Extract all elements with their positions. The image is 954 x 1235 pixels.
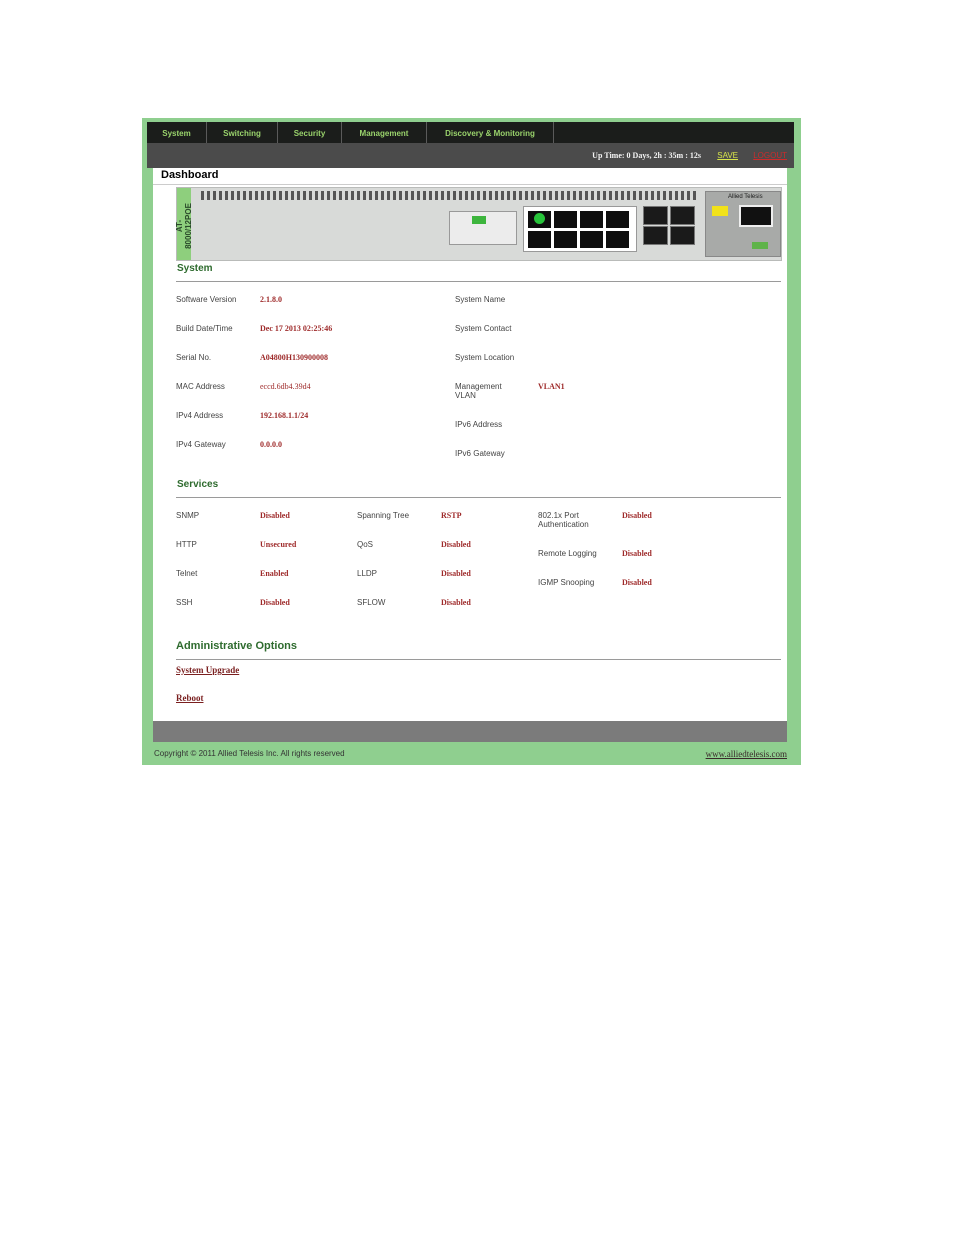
ipv4-gateway-label: IPv4 Gateway	[176, 440, 226, 449]
lldp-label: LLDP	[357, 569, 378, 578]
main-nav: System Switching Security Management Dis…	[147, 122, 794, 143]
system-upgrade-link[interactable]: System Upgrade	[176, 665, 239, 675]
app-frame: System Switching Security Management Dis…	[142, 118, 801, 765]
telnet-label: Telnet	[176, 569, 198, 578]
sfp-port-12[interactable]	[670, 226, 695, 245]
management-vlan-value: VLAN1	[538, 382, 565, 391]
console-port	[739, 205, 773, 227]
ipv6-address-label: IPv6 Address	[455, 420, 503, 429]
uptime-text: Up Time: 0 Days, 2h : 35m : 12s	[592, 151, 701, 160]
port-8[interactable]	[606, 231, 629, 248]
software-version-value: 2.1.8.0	[260, 295, 282, 304]
panel-header: Dashboard	[153, 168, 787, 185]
software-version-label: Software Version	[176, 295, 237, 304]
port-2[interactable]	[528, 231, 551, 248]
tab-system[interactable]: System	[147, 122, 207, 143]
dot1x-value: Disabled	[622, 511, 652, 520]
sfp-port-10[interactable]	[643, 226, 668, 245]
spanning-tree-label: Spanning Tree	[357, 511, 410, 520]
copyright-text: Copyright © 2011 Allied Telesis Inc. All…	[154, 749, 345, 758]
management-vlan-label: Management VLAN	[455, 382, 502, 400]
ssh-value: Disabled	[260, 598, 290, 607]
igmp-snooping-label: IGMP Snooping	[538, 578, 595, 587]
port-7[interactable]	[606, 211, 629, 228]
spanning-tree-value: RSTP	[441, 511, 462, 520]
tab-security[interactable]: Security	[278, 122, 342, 143]
divider	[176, 659, 781, 660]
status-bar: Up Time: 0 Days, 2h : 35m : 12s SAVE LOG…	[147, 143, 794, 168]
divider	[176, 281, 781, 282]
ipv4-gateway-value: 0.0.0.0	[260, 440, 282, 449]
sflow-label: SFLOW	[357, 598, 386, 607]
save-link[interactable]: SAVE	[717, 151, 738, 160]
telnet-value: Enabled	[260, 569, 289, 578]
system-contact-label: System Contact	[455, 324, 512, 333]
igmp-snooping-value: Disabled	[622, 578, 652, 587]
port-3[interactable]	[554, 211, 577, 228]
divider	[176, 497, 781, 498]
sfp-port-9[interactable]	[643, 206, 668, 225]
port-1[interactable]	[528, 211, 551, 228]
lldp-value: Disabled	[441, 569, 471, 578]
build-date-value: Dec 17 2013 02:25:46	[260, 324, 333, 333]
port-6[interactable]	[580, 231, 603, 248]
port-4[interactable]	[554, 231, 577, 248]
mac-address-label: MAC Address	[176, 382, 225, 391]
logout-link[interactable]: LOGOUT	[753, 151, 787, 160]
ipv4-address-value: 192.168.1.1/24	[260, 411, 309, 420]
http-label: HTTP	[176, 540, 197, 549]
system-name-label: System Name	[455, 295, 506, 304]
led-display	[472, 216, 486, 224]
reboot-link[interactable]: Reboot	[176, 693, 204, 703]
sfp-port-11[interactable]	[670, 206, 695, 225]
model-strip: AT-8000/12POE	[175, 188, 193, 260]
serial-no-value: A04800H130900008	[260, 353, 328, 362]
remote-logging-value: Disabled	[622, 549, 652, 558]
system-section-title: System	[177, 263, 213, 274]
build-date-label: Build Date/Time	[176, 324, 233, 333]
ipv4-address-label: IPv4 Address	[176, 411, 224, 420]
warning-icon	[712, 206, 728, 216]
ssh-label: SSH	[176, 598, 193, 607]
system-location-label: System Location	[455, 353, 515, 362]
page-title: Dashboard	[161, 169, 219, 181]
website-link[interactable]: www.alliedtelesis.com	[706, 749, 787, 759]
sflow-value: Disabled	[441, 598, 471, 607]
remote-logging-label: Remote Logging	[538, 549, 597, 558]
model-label: AT-8000/12POE	[175, 203, 193, 249]
qos-value: Disabled	[441, 540, 471, 549]
led-panel	[449, 211, 517, 245]
brand-module: Allied Telesis	[705, 191, 781, 257]
admin-section-title: Administrative Options	[176, 640, 298, 652]
http-value: Unsecured	[260, 540, 297, 549]
sfp-ports	[643, 206, 697, 250]
usb-port	[752, 242, 768, 249]
services-section-title: Services	[177, 479, 219, 490]
tab-switching[interactable]: Switching	[207, 122, 278, 143]
dot1x-label: 802.1x Port Authentication	[538, 511, 589, 529]
panel-bottom-bar	[153, 721, 787, 742]
vent-grille	[201, 191, 697, 200]
tab-management[interactable]: Management	[342, 122, 427, 143]
snmp-label: SNMP	[176, 511, 200, 520]
qos-label: QoS	[357, 540, 374, 549]
ipv6-gateway-label: IPv6 Gateway	[455, 449, 505, 458]
snmp-value: Disabled	[260, 511, 290, 520]
device-front-panel: AT-8000/12POE Allied Telesis	[175, 187, 782, 261]
dashboard-panel: Dashboard AT-8000/12POE Allied Telesis S…	[153, 168, 787, 721]
serial-no-label: Serial No.	[176, 353, 212, 362]
mac-address-value: eccd.6db4.39d4	[260, 382, 311, 391]
brand-logo: Allied Telesis	[728, 194, 763, 200]
tab-discovery-monitoring[interactable]: Discovery & Monitoring	[427, 122, 554, 143]
port-5[interactable]	[580, 211, 603, 228]
ethernet-ports	[523, 206, 637, 252]
